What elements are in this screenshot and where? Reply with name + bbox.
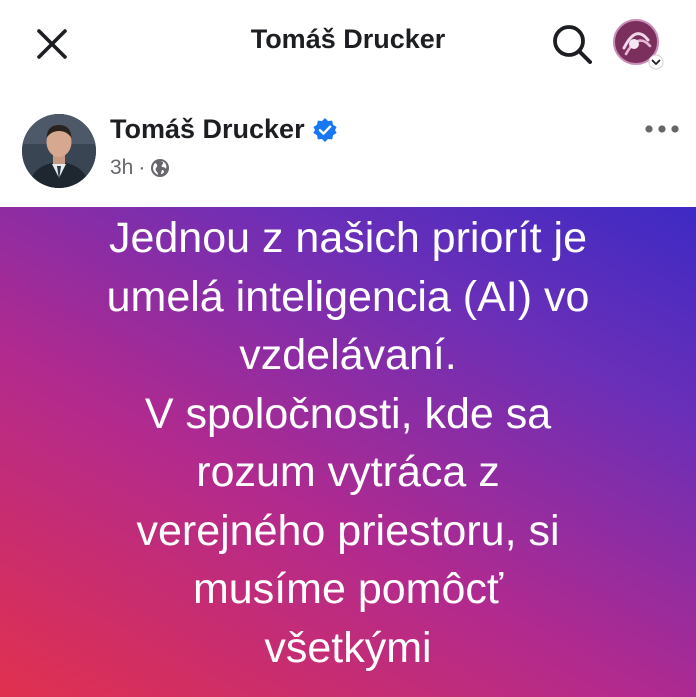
profile-menu-button[interactable] [612, 18, 664, 70]
post-text-line: Jednou z našich priorít je [108, 214, 588, 262]
person-photo-icon [22, 114, 96, 188]
top-bar: Tomáš Drucker [0, 0, 696, 84]
post-text-line: verejného priestoru, si [136, 506, 560, 555]
globe-icon [151, 159, 170, 177]
search-icon [553, 25, 592, 64]
post-text-line: musíme pomôcť [192, 565, 504, 613]
more-horizontal-icon [645, 125, 679, 133]
author-avatar[interactable] [22, 114, 96, 188]
post-options-button[interactable] [640, 116, 684, 142]
post-text: Jednou z našich priorít je umelá intelig… [0, 207, 696, 677]
meta-separator: · [138, 156, 146, 179]
post-text-line: všetkými [264, 623, 432, 672]
search-button[interactable] [548, 20, 596, 68]
post-time[interactable]: 3h [110, 156, 133, 180]
author-name[interactable]: Tomáš Drucker [110, 114, 305, 145]
post-text-line: vzdelávaní. [239, 331, 457, 379]
verified-badge-icon [313, 118, 337, 142]
post-text-line: umelá inteligencia (AI) vo [106, 272, 590, 321]
post-header: Tomáš Drucker 3h · [0, 100, 696, 206]
profile-avatar-icon [613, 19, 664, 70]
post-text-line: rozum vytráca z [196, 448, 500, 496]
post-meta: 3h · [110, 156, 170, 180]
post-text-line: V spoločnosti, kde sa [144, 389, 552, 438]
post-content: Jednou z našich priorít je umelá intelig… [0, 207, 696, 697]
